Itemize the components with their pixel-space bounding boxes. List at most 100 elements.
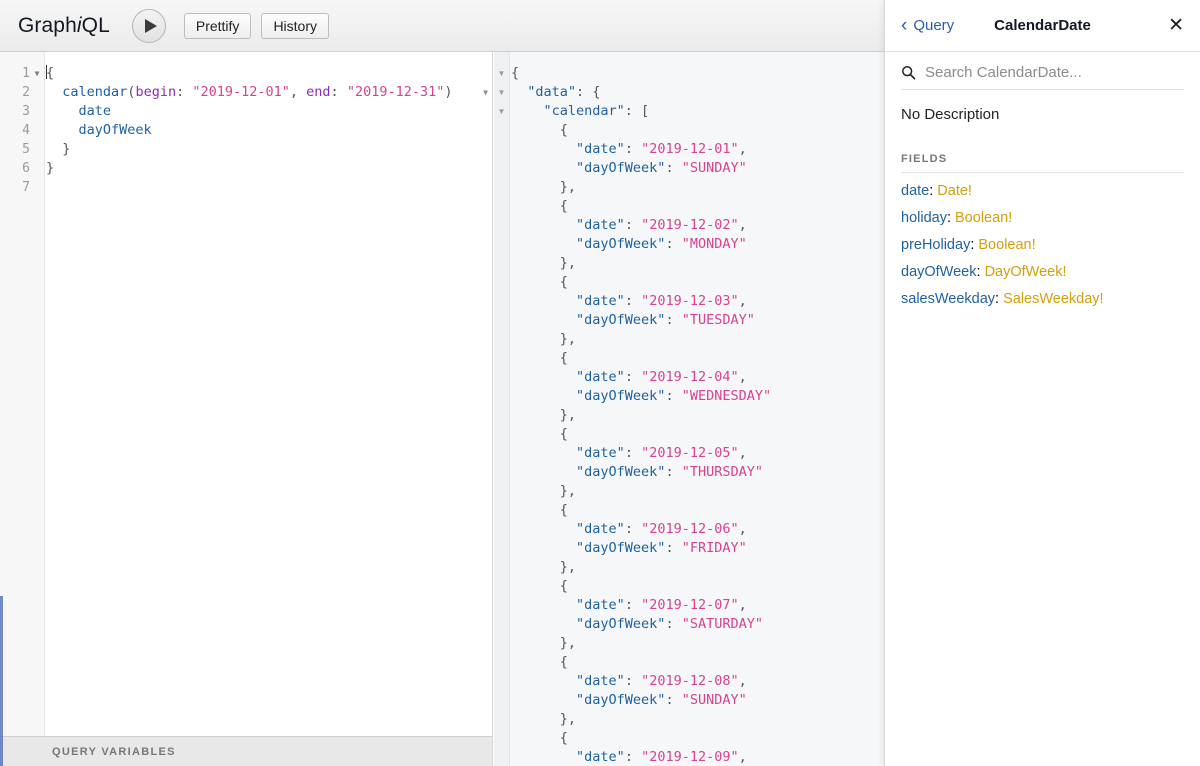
field-name[interactable]: preHoliday <box>901 237 970 253</box>
result-code-line: }, <box>511 634 884 653</box>
code-token: } <box>62 141 71 157</box>
json-token: "2019-12-01" <box>641 141 739 157</box>
field-type[interactable]: Boolean! <box>955 210 1012 226</box>
doc-back-label: Query <box>913 17 955 34</box>
result-code-line: { <box>511 577 884 596</box>
json-token: { <box>559 122 568 138</box>
code-token: calendar <box>62 84 128 100</box>
left-resize-handle[interactable] <box>0 596 3 766</box>
json-token: "dayOfWeek" <box>576 464 666 480</box>
result-code-line: }, <box>511 710 884 729</box>
field-name[interactable]: dayOfWeek <box>901 264 977 280</box>
result-code-line: "data": { <box>511 83 884 102</box>
json-token: }, <box>559 407 577 423</box>
prettify-button[interactable]: Prettify <box>183 12 252 39</box>
json-token: : <box>665 160 682 176</box>
json-token: , <box>738 749 747 765</box>
query-code-line: } <box>46 159 492 178</box>
field-row[interactable]: salesWeekday: SalesWeekday! <box>901 281 1184 308</box>
result-code-line: }, <box>511 558 884 577</box>
field-name[interactable]: salesWeekday <box>901 291 995 307</box>
field-name[interactable]: date <box>901 183 929 199</box>
json-token: "MONDAY" <box>681 236 747 252</box>
result-json: { "data": { "calendar": [ { "date": "201… <box>511 52 884 766</box>
result-code-line: "dayOfWeek": "SUNDAY" <box>511 159 884 178</box>
json-token: : <box>624 445 642 461</box>
field-name[interactable]: holiday <box>901 210 947 226</box>
result-code-line: "dayOfWeek": "FRIDAY" <box>511 539 884 558</box>
json-token: , <box>738 141 747 157</box>
result-code-line: "date": "2019-12-05", <box>511 444 884 463</box>
json-token: "2019-12-02" <box>641 217 739 233</box>
execute-query-button[interactable] <box>131 8 166 43</box>
doc-back-button[interactable]: ‹ Query <box>901 16 954 35</box>
fold-toggle-icon[interactable]: ▼ <box>32 64 42 83</box>
close-icon[interactable]: ✕ <box>1168 16 1184 35</box>
field-type[interactable]: DayOfWeek! <box>985 264 1067 280</box>
history-button[interactable]: History <box>261 12 329 39</box>
field-row[interactable]: dayOfWeek: DayOfWeek! <box>901 254 1184 281</box>
json-token: "dayOfWeek" <box>576 236 666 252</box>
field-row[interactable]: preHoliday: Boolean! <box>901 227 1184 254</box>
json-token: { <box>559 198 568 214</box>
json-token: , <box>738 597 747 613</box>
result-code-line: "dayOfWeek": "SATURDAY" <box>511 615 884 634</box>
result-code-line: "calendar": [ <box>511 102 884 121</box>
query-editor[interactable]: 1 ▼ 2 3 4 5 6 7 { calendar(begin: "2019-12-01",… <box>0 52 492 736</box>
json-token: "date" <box>576 673 625 689</box>
result-code-line: }, <box>511 482 884 501</box>
json-token: "dayOfWeek" <box>576 540 666 556</box>
result-code-line: { <box>511 273 884 292</box>
code-token: end <box>306 84 331 100</box>
json-token: "SUNDAY" <box>681 160 747 176</box>
result-code-line: "dayOfWeek": "WEDNESDAY" <box>511 387 884 406</box>
result-code-line: }, <box>511 330 884 349</box>
field-type[interactable]: Date! <box>937 183 972 199</box>
logo-prefix: Graph <box>18 13 77 37</box>
json-token: "WEDNESDAY" <box>681 388 772 404</box>
toolbar: GraphiQL Prettify History <box>0 0 884 52</box>
json-token: "dayOfWeek" <box>576 312 666 328</box>
query-line-number: 2 <box>22 85 30 100</box>
json-token: "SUNDAY" <box>681 692 747 708</box>
result-fold-toggle-icon[interactable]: ▼ <box>494 102 509 121</box>
json-token: "2019-12-06" <box>641 521 739 537</box>
doc-search-placeholder: Search CalendarDate... <box>925 64 1082 81</box>
play-icon <box>144 18 157 33</box>
result-code-line: "date": "2019-12-01", <box>511 140 884 159</box>
graphiql-app: GraphiQL Prettify History 1 ▼ 2 3 4 5 6 7 { cal… <box>0 0 1200 766</box>
field-type[interactable]: Boolean! <box>978 237 1035 253</box>
result-fold-toggle-icon[interactable]: ▼ <box>494 64 509 83</box>
query-variables-bar[interactable]: QUERY VARIABLES <box>0 736 492 766</box>
query-code[interactable]: { calendar(begin: "2019-12-01", end: "20… <box>46 52 492 736</box>
json-token: , <box>738 369 747 385</box>
json-token: { <box>559 274 568 290</box>
json-token: "calendar" <box>543 103 625 119</box>
result-code-line: "dayOfWeek": "MONDAY" <box>511 235 884 254</box>
json-token: : <box>665 616 682 632</box>
result-code-line: { <box>511 729 884 748</box>
result-code-line: "dayOfWeek": "TUESDAY" <box>511 311 884 330</box>
fields-heading: FIELDS <box>901 153 1184 173</box>
json-token: "SATURDAY" <box>681 616 763 632</box>
field-colon: : <box>946 210 956 226</box>
json-token: : <box>665 692 682 708</box>
result-code-line: { <box>511 349 884 368</box>
json-token: "2019-12-07" <box>641 597 739 613</box>
result-code-line: { <box>511 653 884 672</box>
json-token: : <box>665 312 682 328</box>
fold-toggle-icon[interactable]: ▼ <box>483 83 488 102</box>
result-fold-toggle-icon[interactable]: ▼ <box>494 83 509 102</box>
field-row[interactable]: date: Date! <box>901 173 1184 200</box>
field-row[interactable]: holiday: Boolean! <box>901 200 1184 227</box>
field-type[interactable]: SalesWeekday! <box>1003 291 1103 307</box>
query-line-number-gutter: 1 ▼ 2 3 4 5 6 7 <box>0 52 45 736</box>
doc-search-field[interactable]: Search CalendarDate... <box>901 64 1184 90</box>
query-code-line: date <box>46 102 492 121</box>
result-code-line: { <box>511 64 884 83</box>
json-token: "2019-12-09" <box>641 749 739 765</box>
query-variables-label: QUERY VARIABLES <box>52 745 176 758</box>
query-line-number: 3 <box>22 104 30 119</box>
json-token: }, <box>559 331 577 347</box>
result-code-line: }, <box>511 178 884 197</box>
